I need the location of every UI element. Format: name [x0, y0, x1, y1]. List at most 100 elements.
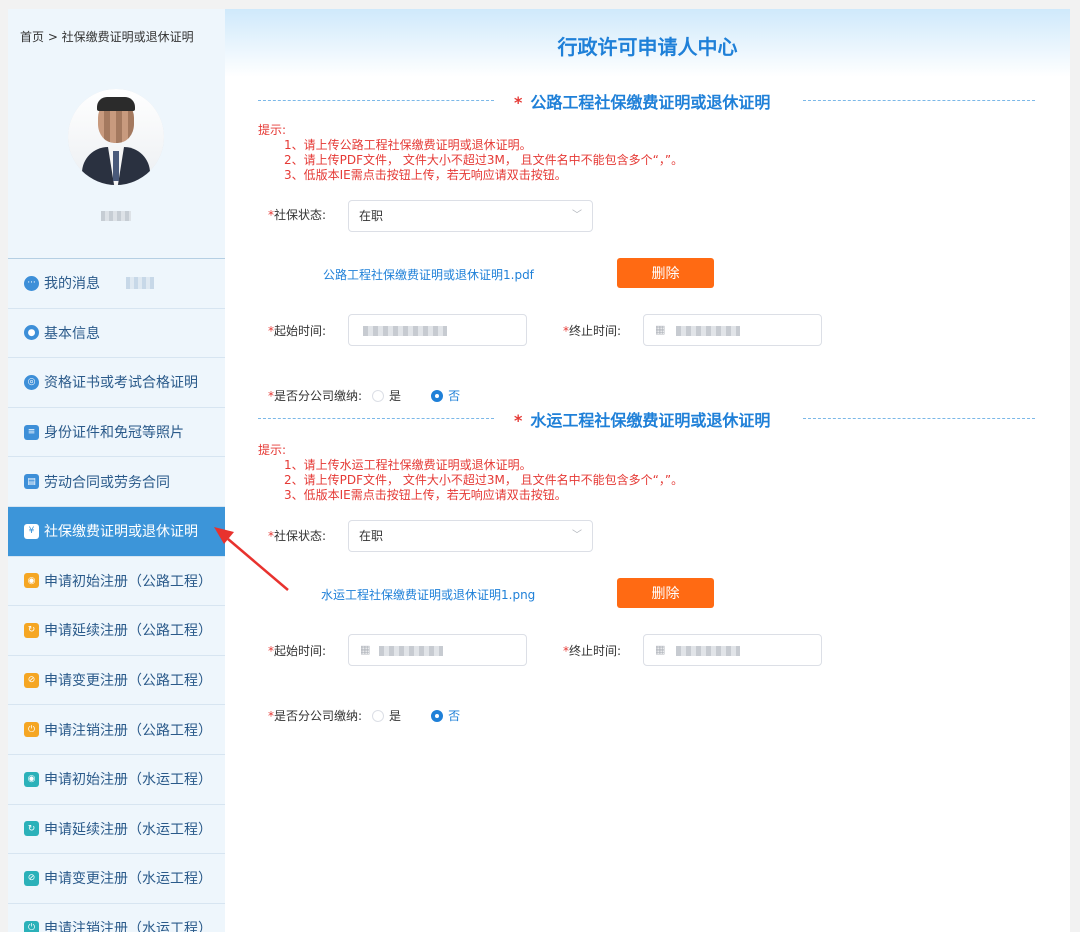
blurred-date-value [379, 646, 443, 656]
end-date-label: *终止时间: [563, 644, 622, 658]
delete-button[interactable]: 删除 [617, 258, 714, 288]
change-icon: ⊘ [24, 672, 39, 688]
sidebar-item-water-cancel-register[interactable]: ⏻ 申请注销注册（水运工程） [8, 904, 225, 932]
sidebar-item-highway-initial-register[interactable]: ◉ 申请初始注册（公路工程） [8, 557, 225, 607]
calendar-icon: ▦ [360, 643, 371, 656]
tip-line: 3、低版本IE需点击按钮上传，若无响应请双击按钮。 [284, 168, 567, 182]
tip-line: 1、请上传水运工程社保缴费证明或退休证明。 [284, 458, 532, 472]
sidebar-item-label: 身份证件和免冠等照片 [44, 425, 184, 442]
calendar-icon: ▦ [655, 323, 666, 336]
blurred-date-value [676, 646, 740, 656]
register-icon: ◉ [24, 771, 39, 787]
start-date-input[interactable] [348, 314, 527, 346]
end-date-input[interactable]: ▦ [643, 634, 822, 666]
sidebar-item-label: 资格证书或考试合格证明 [44, 375, 198, 392]
start-date-label: *起始时间: [268, 324, 327, 338]
cancel-icon: ⏻ [24, 920, 39, 932]
status-label: *社保状态: [268, 529, 327, 543]
avatar [68, 89, 164, 185]
delete-button[interactable]: 删除 [617, 578, 714, 608]
divider-right [803, 100, 1035, 101]
tips-title: 提示: [258, 443, 287, 457]
radio-yes-label[interactable]: 是 [389, 387, 401, 404]
username-blurred [101, 211, 131, 221]
radio-no-label[interactable]: 否 [448, 707, 460, 724]
sidebar-item-highway-renew-register[interactable]: ↻ 申请延续注册（公路工程） [8, 606, 225, 656]
sidebar-item-label: 申请延续注册（公路工程） [44, 623, 212, 640]
chevron-down-icon: ﹀ [572, 210, 582, 221]
radio-no[interactable] [431, 709, 444, 722]
sidebar-item-water-change-register[interactable]: ⊘ 申请变更注册（水运工程） [8, 854, 225, 904]
chevron-down-icon: ﹀ [572, 530, 582, 541]
branch-payment-radio-group: *是否分公司缴纳: 是 否 [268, 387, 460, 404]
status-label: *社保状态: [268, 208, 327, 222]
radio-no[interactable] [431, 389, 444, 402]
blurred-date-value [363, 326, 447, 336]
sidebar-item-label: 申请注销注册（公路工程） [44, 722, 212, 739]
start-date-input[interactable]: ▦ [348, 634, 527, 666]
branch-payment-label: *是否分公司缴纳: [268, 709, 363, 723]
tip-line: 3、低版本IE需点击按钮上传，若无响应请双击按钮。 [284, 488, 567, 502]
sidebar-item-water-renew-register[interactable]: ↻ 申请延续注册（水运工程） [8, 805, 225, 855]
sidebar-item-contract[interactable]: ▤ 劳动合同或劳务合同 [8, 457, 225, 507]
sidebar-item-label: 劳动合同或劳务合同 [44, 474, 170, 491]
tips-block: 提示: 1、请上传公路工程社保缴费证明或退休证明。 2、请上传PDF文件， 文件… [258, 123, 683, 183]
tips-title: 提示: [258, 123, 287, 137]
end-date-label: *终止时间: [563, 324, 622, 338]
radio-yes[interactable] [372, 709, 385, 722]
certificate-icon: ◎ [24, 374, 39, 390]
sidebar-menu: ··· 我的消息 ● 基本信息 ◎ 资格证书或考试合格证明 ≡ 身份证件和免冠等… [8, 258, 225, 932]
sidebar-item-certificate[interactable]: ◎ 资格证书或考试合格证明 [8, 358, 225, 408]
message-icon: ··· [24, 275, 39, 291]
sidebar-item-messages[interactable]: ··· 我的消息 [8, 259, 225, 309]
sidebar-item-label: 申请延续注册（水运工程） [44, 821, 212, 838]
uploaded-file-link[interactable]: 水运工程社保缴费证明或退休证明1.png [321, 586, 535, 603]
radio-yes[interactable] [372, 389, 385, 402]
message-count-badge [126, 277, 154, 290]
section-title: * 公路工程社保缴费证明或退休证明 [514, 93, 771, 112]
blurred-date-value [676, 326, 740, 336]
sidebar-item-basic-info[interactable]: ● 基本信息 [8, 309, 225, 359]
sidebar-item-label: 基本信息 [44, 325, 100, 342]
sidebar-item-id-photo[interactable]: ≡ 身份证件和免冠等照片 [8, 408, 225, 458]
divider-left [258, 100, 494, 101]
tips-block: 提示: 1、请上传水运工程社保缴费证明或退休证明。 2、请上传PDF文件， 文件… [258, 443, 683, 503]
radio-yes-label[interactable]: 是 [389, 707, 401, 724]
sidebar-item-highway-cancel-register[interactable]: ⏻ 申请注销注册（公路工程） [8, 705, 225, 755]
tip-line: 1、请上传公路工程社保缴费证明或退休证明。 [284, 138, 532, 152]
sidebar-item-label: 我的消息 [44, 276, 100, 293]
uploaded-file-link[interactable]: 公路工程社保缴费证明或退休证明1.pdf [323, 266, 534, 283]
header: 行政许可申请人中心 [225, 9, 1070, 77]
change-icon: ⊘ [24, 870, 39, 886]
main-panel: 行政许可申请人中心 * 公路工程社保缴费证明或退休证明 提示: 1、请上传公路工程… [225, 9, 1070, 932]
breadcrumb[interactable]: 首页 > 社保缴费证明或退休证明 [20, 28, 194, 45]
renew-icon: ↻ [24, 821, 39, 837]
status-select[interactable]: 在职 ﹀ [348, 200, 593, 232]
sidebar: 首页 > 社保缴费证明或退休证明 ··· 我的消息 ● 基本信息 ◎ 资格证书或… [8, 9, 225, 932]
sidebar-item-label: 申请初始注册（公路工程） [44, 573, 212, 590]
end-date-input[interactable]: ▦ [643, 314, 822, 346]
social-security-icon: ¥ [24, 523, 39, 539]
section-heading-water: * 水运工程社保缴费证明或退休证明 [258, 407, 1035, 431]
radio-no-label[interactable]: 否 [448, 387, 460, 404]
branch-payment-radio-group: *是否分公司缴纳: 是 否 [268, 707, 460, 724]
sidebar-item-social-security[interactable]: ¥ 社保缴费证明或退休证明 [8, 506, 225, 557]
sidebar-item-label: 社保缴费证明或退休证明 [44, 524, 198, 541]
sidebar-item-label: 申请注销注册（水运工程） [44, 921, 212, 932]
renew-icon: ↻ [24, 622, 39, 638]
tip-line: 2、请上传PDF文件， 文件大小不超过3M， 且文件名中不能包含多个“，”。 [284, 153, 684, 167]
sidebar-item-water-initial-register[interactable]: ◉ 申请初始注册（水运工程） [8, 755, 225, 805]
page-title: 行政许可申请人中心 [557, 35, 738, 59]
user-icon: ● [24, 325, 39, 341]
status-select[interactable]: 在职 ﹀ [348, 520, 593, 552]
section-heading-highway: * 公路工程社保缴费证明或退休证明 [258, 89, 1035, 113]
calendar-icon: ▦ [655, 643, 666, 656]
sidebar-item-label: 申请变更注册（水运工程） [44, 871, 212, 888]
sidebar-item-highway-change-register[interactable]: ⊘ 申请变更注册（公路工程） [8, 656, 225, 706]
cancel-icon: ⏻ [24, 722, 39, 738]
sidebar-item-label: 申请变更注册（公路工程） [44, 673, 212, 690]
divider-right [803, 418, 1035, 419]
id-card-icon: ≡ [24, 424, 39, 440]
branch-payment-label: *是否分公司缴纳: [268, 389, 363, 403]
section-title: * 水运工程社保缴费证明或退休证明 [514, 411, 771, 430]
